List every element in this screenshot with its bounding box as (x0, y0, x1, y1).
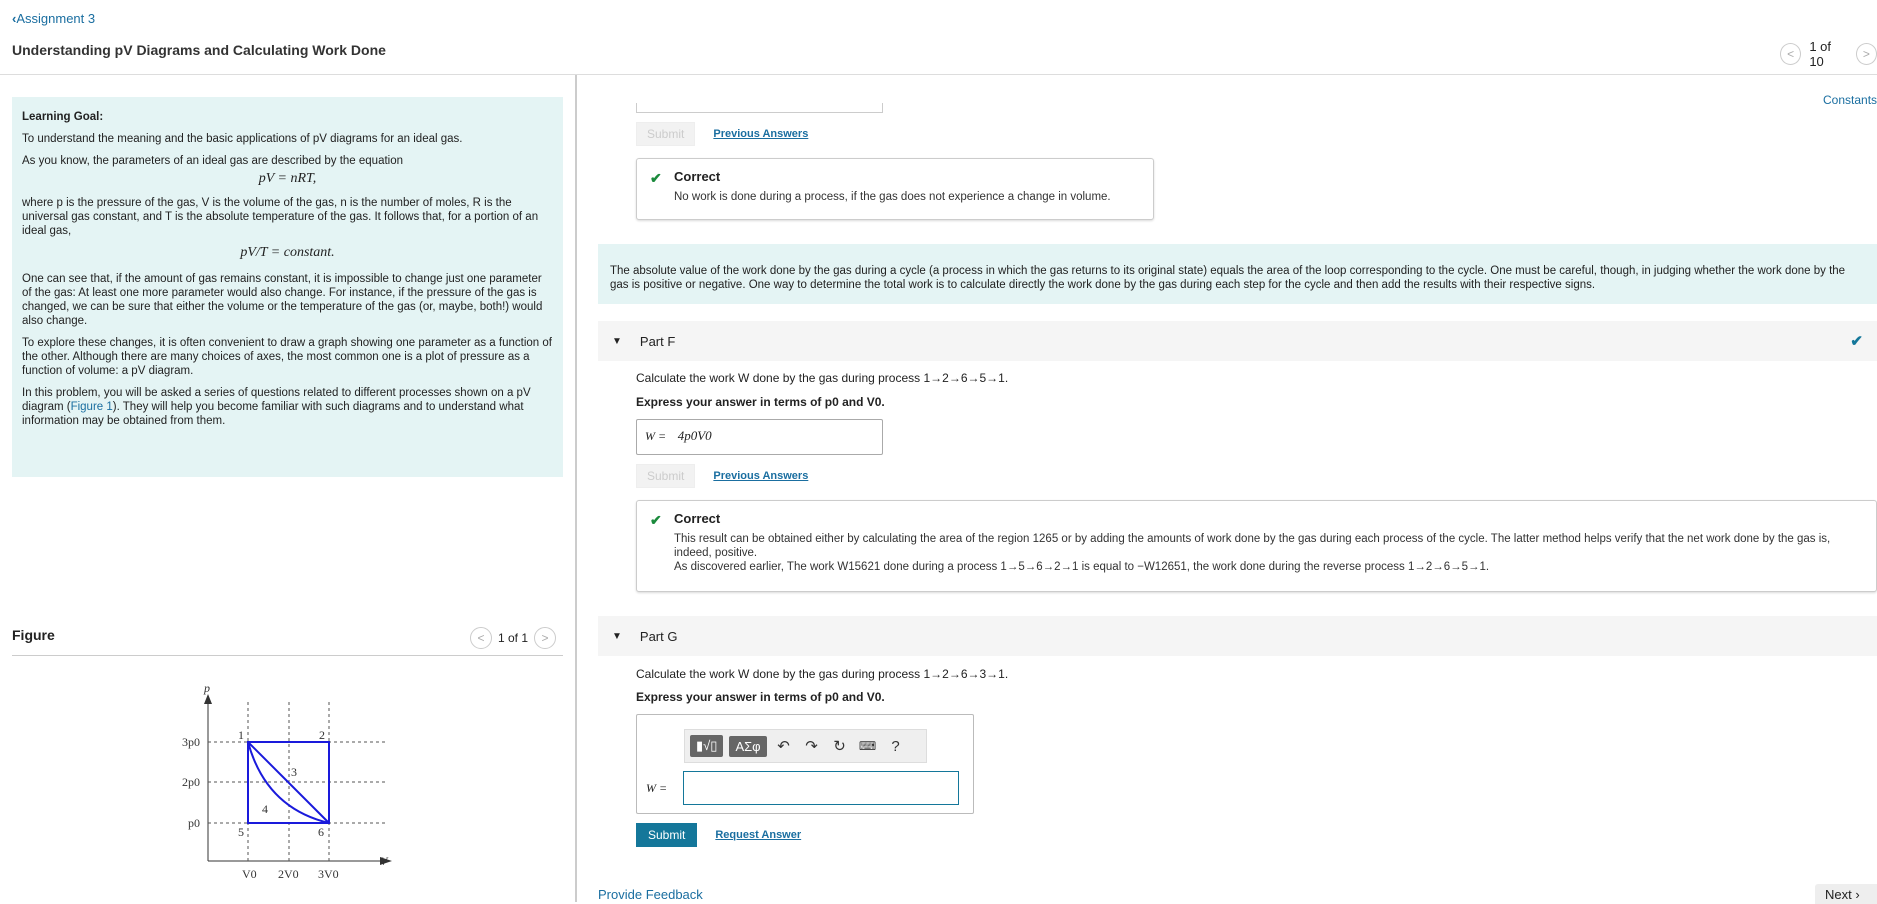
feedback-line-2: As discovered earlier, The work W15621 d… (674, 561, 1490, 573)
constant-equation: pV/T = constant. (240, 245, 335, 260)
partG-actions: Submit Request Answer (636, 823, 801, 847)
partE-feedback: ✔ Correct No work is done during a proce… (636, 158, 1154, 220)
next-button[interactable]: Next › (1815, 884, 1877, 904)
symbols-button[interactable]: ΑΣφ (729, 735, 767, 757)
point-label-1: 1 (238, 728, 244, 742)
learning-goal-heading: Learning Goal: (22, 111, 104, 123)
figure-pager-label: 1 of 1 (498, 631, 529, 645)
templates-button[interactable]: ▮√▯ (690, 735, 724, 757)
problem-pager-label: 1 of 10 (1809, 39, 1831, 69)
x-tick-3v0: 3V0 (318, 867, 339, 881)
prev-figure-button[interactable]: < (470, 627, 492, 649)
answer-label: W = (646, 781, 668, 795)
answer-label: W = (645, 429, 667, 443)
page-title: Understanding pV Diagrams and Calculatin… (12, 42, 386, 58)
prev-problem-button[interactable]: < (1780, 43, 1802, 65)
learning-goal-p6: In this problem, you will be asked a ser… (22, 387, 531, 427)
partG-title: Part G (639, 628, 678, 644)
learning-goal-p5: To explore these changes, it is often co… (22, 337, 552, 377)
feedback-line-1: This result can be obtained either by ca… (674, 533, 1831, 559)
partF-previous-answers-link[interactable]: Previous Answers (713, 470, 808, 482)
partG-header[interactable]: ▼ Part G (598, 616, 1877, 656)
point-label-5: 5 (238, 825, 244, 839)
next-label: Next (1825, 887, 1852, 902)
partE-submit-button[interactable]: Submit (636, 122, 696, 146)
partG-express: Express your answer in terms of p0 and V… (636, 690, 885, 704)
cycle-info-paragraph: The absolute value of the work done by t… (598, 244, 1877, 304)
feedback-body: No work is done during a process, if the… (674, 191, 1111, 203)
partF-header[interactable]: ▼ Part F ✔ (598, 321, 1877, 361)
problem-pager: < 1 of 10 > (1780, 39, 1877, 69)
collapse-triangle-icon: ▼ (612, 630, 622, 642)
constants-link[interactable]: Constants (1823, 93, 1877, 107)
math-toolbar: ▮√▯ ΑΣφ ↶ ↷ ↻ ⌨ ? (684, 729, 927, 763)
y-tick-3p0: 3p0 (182, 735, 200, 749)
figure-divider (12, 655, 563, 656)
check-icon: ✔ (650, 170, 662, 186)
learning-goal-p3: where p is the pressure of the gas, V is… (22, 197, 539, 237)
partE-answer-box-bottom (636, 103, 883, 113)
figure-title: Figure (12, 627, 55, 643)
check-icon: ✔ (650, 512, 662, 528)
back-label: Assignment 3 (16, 11, 96, 26)
ideal-gas-equation: pV = nRT, (258, 171, 317, 186)
point-label-4: 4 (262, 802, 268, 816)
back-to-assignment-link[interactable]: ‹Assignment 3 (12, 11, 95, 26)
partE-actions: Submit Previous Answers (636, 122, 808, 146)
y-axis-arrow (204, 694, 212, 704)
learning-goal-p1: To understand the meaning and the basic … (22, 133, 463, 145)
figure-pager: < 1 of 1 > (470, 627, 557, 649)
header: ‹Assignment 3 Understanding pV Diagrams … (0, 0, 1877, 75)
partF-answer-field: W = 4p0V0 (636, 419, 883, 455)
redo-icon[interactable]: ↷ (801, 737, 823, 755)
x-tick-2v0: 2V0 (278, 867, 299, 881)
x-tick-v0: V0 (242, 867, 257, 881)
learning-goal-p4: One can see that, if the amount of gas r… (22, 273, 543, 327)
figure-link[interactable]: Figure 1 (71, 401, 113, 413)
partF-feedback: ✔ Correct This result can be obtained ei… (636, 500, 1877, 592)
help-button[interactable]: ? (885, 738, 907, 755)
feedback-heading: Correct (674, 511, 721, 526)
partF-question: Calculate the work W done by the gas dur… (636, 371, 1009, 385)
point-label-2: 2 (319, 728, 325, 742)
chevron-right-icon: › (1855, 887, 1860, 902)
partG-answer-input[interactable] (683, 771, 959, 805)
point-label-6: 6 (318, 825, 324, 839)
reset-icon[interactable]: ↻ (829, 737, 851, 755)
answer-value: 4p0V0 (677, 428, 712, 443)
next-figure-button[interactable]: > (534, 627, 557, 649)
partF-actions: Submit Previous Answers (636, 464, 808, 488)
y-tick-2p0: 2p0 (182, 775, 200, 789)
partG-answer-editor: ▮√▯ ΑΣφ ↶ ↷ ↻ ⌨ ? W = (636, 714, 974, 814)
y-axis-label: p (203, 681, 210, 695)
partF-title: Part F (639, 333, 676, 349)
request-answer-link[interactable]: Request Answer (715, 829, 801, 841)
undo-icon[interactable]: ↶ (773, 737, 795, 755)
grid-dashes (208, 702, 388, 861)
partE-previous-answers-link[interactable]: Previous Answers (713, 128, 808, 140)
point-label-3: 3 (291, 765, 297, 779)
keyboard-icon[interactable]: ⌨ (857, 739, 879, 753)
partF-express: Express your answer in terms of p0 and V… (636, 395, 885, 409)
learning-goal-panel: Learning Goal: To understand the meaning… (12, 97, 563, 477)
y-tick-p0: p0 (188, 816, 200, 830)
feedback-heading: Correct (674, 169, 721, 184)
collapse-triangle-icon: ▼ (612, 335, 622, 347)
check-icon: ✔ (1850, 333, 1863, 350)
provide-feedback-link[interactable]: Provide Feedback (598, 887, 703, 902)
partF-submit-button[interactable]: Submit (636, 464, 696, 488)
pv-diagram: p V 3p0 2p0 p0 V0 2V0 3V0 1 2 3 4 5 6 (182, 681, 392, 881)
partG-submit-button[interactable]: Submit (636, 823, 698, 847)
next-problem-button[interactable]: > (1855, 43, 1877, 65)
partG-question: Calculate the work W done by the gas dur… (636, 667, 1009, 681)
pane-divider[interactable] (575, 75, 577, 902)
learning-goal-p2: As you know, the parameters of an ideal … (22, 155, 404, 167)
